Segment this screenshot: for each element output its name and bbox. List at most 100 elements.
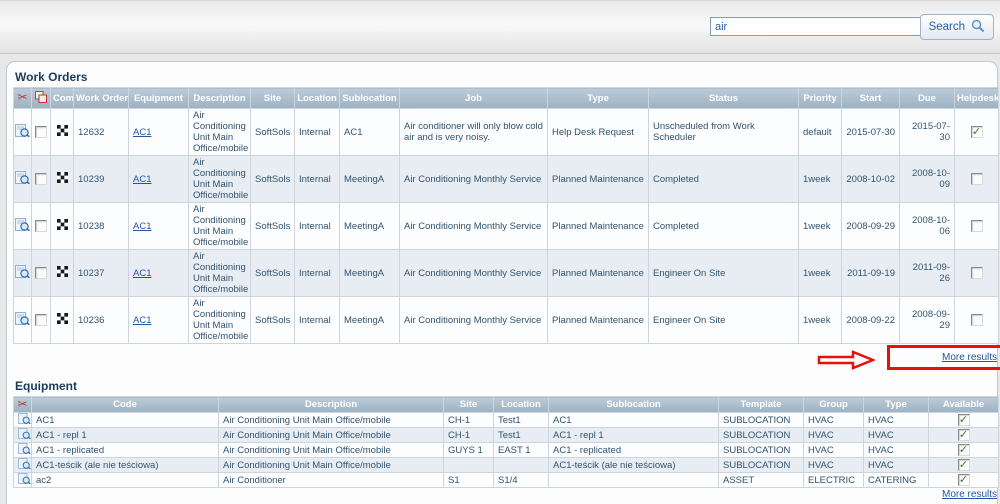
cell-due: 2015-07-30 [900,109,955,156]
view-icon[interactable] [18,476,31,487]
helpdesk-checkbox [971,314,983,326]
cell-location: Internal [295,203,340,250]
complete-flag-icon[interactable] [57,316,68,327]
cell-code: ac2 [32,473,219,488]
cell-location: Internal [295,297,340,344]
view-icon[interactable] [15,129,30,140]
helpdesk-checkbox [971,267,983,279]
equipment-link[interactable]: AC1 [133,221,151,232]
cell-site: SoftSols [251,156,295,203]
cell-description: Air Conditioning Unit Main Office/mobile [219,443,444,458]
cell-site: SoftSols [251,109,295,156]
complete-flag-icon[interactable] [57,128,68,139]
cell-work-order: 10236 [74,297,129,344]
column-header: Helpdesk [955,88,999,109]
cell-description: Air Conditioning Unit Main Office/mobile [219,428,444,443]
column-header: Equipment [129,88,189,109]
cell-view [14,156,32,203]
available-checkbox [958,459,970,471]
equipment-link[interactable]: AC1 [133,174,151,185]
helpdesk-checkbox [971,220,983,232]
cell-location: Test1 [494,428,549,443]
column-header: Priority [799,88,842,109]
column-header: Description [219,397,444,413]
view-icon[interactable] [18,461,31,472]
complete-flag-icon[interactable] [57,269,68,280]
cell-view [14,428,32,443]
cell-available [929,428,999,443]
annotation-box: More results [887,345,1000,370]
row-select-checkbox[interactable] [35,314,47,326]
cell-template: SUBLOCATION [719,428,804,443]
column-header: Site [444,397,494,413]
cell-type: Planned Maintenance [548,156,649,203]
column-header: Type [864,397,929,413]
complete-flag-icon[interactable] [57,222,68,233]
cell-sublocation: AC1 - repl 1 [549,428,719,443]
equipment-header-row: ✂ Code Description Site Location Subloca… [14,397,999,413]
available-checkbox [958,444,970,456]
work-orders-table: ✂ Comp Work Order Equipment Description … [13,87,999,344]
cell-type: HVAC [864,413,929,428]
layers-icon[interactable] [35,95,47,106]
helpdesk-checkbox [971,173,983,185]
section-title-equipment: Equipment [15,379,994,393]
row-select-checkbox[interactable] [35,126,47,138]
scissors-icon[interactable]: ✂ [17,92,27,103]
available-checkbox [958,414,970,426]
equipment-link[interactable]: AC1 [133,268,151,279]
column-header: Sublocation [549,397,719,413]
view-icon[interactable] [15,317,30,328]
equipment-link[interactable]: AC1 [133,315,151,326]
cell-work-order: 10239 [74,156,129,203]
cell-status: Engineer On Site [649,297,799,344]
cell-group: ELECTRIC [804,473,864,488]
cell-start: 2015-07-30 [842,109,900,156]
cell-group: HVAC [804,443,864,458]
table-row: 10239 AC1 Air Conditioning Unit Main Off… [14,156,999,203]
view-icon[interactable] [18,431,31,442]
cell-equipment: AC1 [129,109,189,156]
cell-location: Internal [295,156,340,203]
cell-sublocation: MeetingA [340,203,400,250]
scissors-icon[interactable]: ✂ [17,399,27,410]
equipment-link[interactable]: AC1 [133,127,151,138]
view-icon[interactable] [15,176,30,187]
row-select-checkbox[interactable] [35,173,47,185]
cell-comp [51,297,74,344]
cell-work-order: 12632 [74,109,129,156]
cell-code: AC1 - repl 1 [32,428,219,443]
cell-available [929,458,999,473]
complete-flag-icon[interactable] [57,175,68,186]
row-select-checkbox[interactable] [35,220,47,232]
column-header: Location [494,397,549,413]
more-results-link-equipment[interactable]: More results [942,489,997,500]
cell-due: 2008-10-06 [900,203,955,250]
cell-group: HVAC [804,458,864,473]
more-results-link-work-orders[interactable]: More results [942,352,997,363]
column-header: Start [842,88,900,109]
search-button[interactable]: Search [920,14,994,40]
column-header: Description [189,88,251,109]
cell-equipment: AC1 [129,250,189,297]
equipment-table: ✂ Code Description Site Location Subloca… [13,396,999,488]
view-icon[interactable] [15,223,30,234]
column-header: Location [295,88,340,109]
cell-status: Completed [649,203,799,250]
cell-comp [51,250,74,297]
cell-site: CH-1 [444,428,494,443]
cell-select [32,297,51,344]
cell-site: SoftSols [251,297,295,344]
cell-start: 2008-10-02 [842,156,900,203]
view-icon[interactable] [15,270,30,281]
search-input[interactable] [710,17,938,36]
row-select-checkbox[interactable] [35,267,47,279]
column-header-select [32,88,51,109]
view-icon[interactable] [18,416,31,427]
cell-view [14,109,32,156]
view-icon[interactable] [18,446,31,457]
column-header-tools: ✂ [14,88,32,109]
table-row: 12632 AC1 Air Conditioning Unit Main Off… [14,109,999,156]
cell-site: S1 [444,473,494,488]
cell-code: AC1 [32,413,219,428]
